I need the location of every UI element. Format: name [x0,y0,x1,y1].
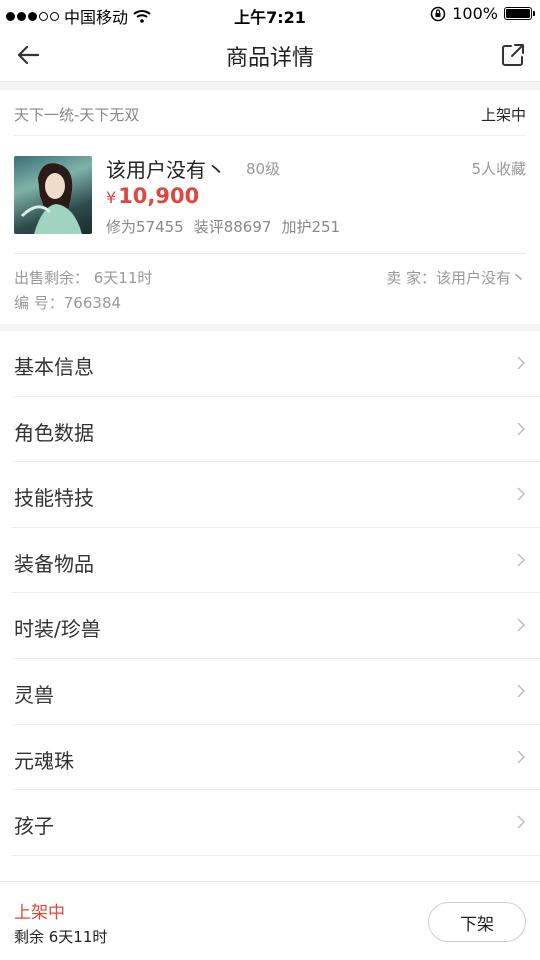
status-bar: 中国移动 上午7:21 100% [0,0,540,28]
battery-percent: 100% [452,4,498,23]
menu-item-label: 装备物品 [14,551,94,576]
listing-status: 上架中 [480,106,526,124]
seller-name: 卖 家：该用户没有丶 [386,269,526,287]
chevron-right-icon [517,684,526,698]
menu-item-label: 时装/珍兽 [14,617,101,642]
detail-menu-list: 基本信息 角色数据 技能特技 装备物品 时装/珍兽 灵兽 元魂珠 孩子 [0,331,540,891]
currency-symbol: ¥ [106,188,117,207]
chevron-right-icon [517,815,526,829]
item-card: 天下一统-天下无双 上架中 该用户没有丶 80级 5人收藏 ¥10,900 修为… [0,90,540,324]
chevron-right-icon [517,618,526,632]
menu-item-label: 技能特技 [14,486,94,511]
divider [14,253,526,254]
chevron-right-icon [517,356,526,370]
sale-remaining-time: 出售剩余： 6天11时 [14,269,153,287]
bottom-action-bar: 上架中 剩余 6天11时 下架 [0,881,540,960]
server-name: 天下一统-天下无双 [14,106,140,124]
menu-item-label: 孩子 [14,814,54,839]
battery-fill [506,9,530,18]
menu-item-equipment[interactable]: 装备物品 [12,528,540,594]
menu-item-label: 元魂珠 [14,748,74,773]
menu-item-soul-orbs[interactable]: 元魂珠 [12,725,540,791]
bottom-remaining-time: 剩余 6天11时 [14,928,108,946]
favorites-count: 5人收藏 [471,160,526,178]
share-external-icon[interactable] [498,40,528,70]
price-value: 10,900 [118,184,200,208]
item-price: ¥10,900 [106,184,199,208]
status-right: 100% [430,4,535,23]
menu-item-character-data[interactable]: 角色数据 [12,397,540,463]
menu-item-basic-info[interactable]: 基本信息 [12,331,540,397]
chevron-right-icon [517,422,526,436]
page-title: 商品详情 [225,46,314,71]
orientation-lock-icon [431,6,446,21]
menu-item-spirit-beasts[interactable]: 灵兽 [12,659,540,725]
page: 中国移动 上午7:21 100% 商品详情 天下一统-天下无双 上架中 该用户没… [0,0,540,960]
delist-button[interactable]: 下架 [428,902,526,942]
menu-item-label: 基本信息 [14,355,94,379]
character-portrait-image [20,163,82,234]
menu-item-label: 灵兽 [14,682,54,707]
nav-bar: 商品详情 [0,28,540,82]
stat-gear-score: 装评88697 [193,218,272,236]
bottom-listing-status: 上架中 [14,903,65,923]
chevron-right-icon [517,487,526,501]
character-stats: 修为57455 装评88697 加护251 [106,216,340,237]
menu-item-fashion-pets[interactable]: 时装/珍兽 [12,593,540,659]
chevron-right-icon [517,750,526,764]
character-level: 80级 [246,160,281,178]
item-card-header: 天下一统-天下无双 上架中 [14,90,526,136]
battery-icon [504,7,535,20]
chevron-right-icon [517,553,526,567]
menu-item-skills[interactable]: 技能特技 [12,462,540,528]
menu-item-children[interactable]: 孩子 [12,790,540,856]
stat-cultivation: 修为57455 [106,218,184,236]
character-name: 该用户没有丶 [106,158,226,182]
character-avatar [14,156,92,234]
item-serial-number: 编 号：766384 [14,294,122,312]
stat-protection: 加护251 [281,218,341,236]
menu-item-label: 角色数据 [14,420,94,445]
